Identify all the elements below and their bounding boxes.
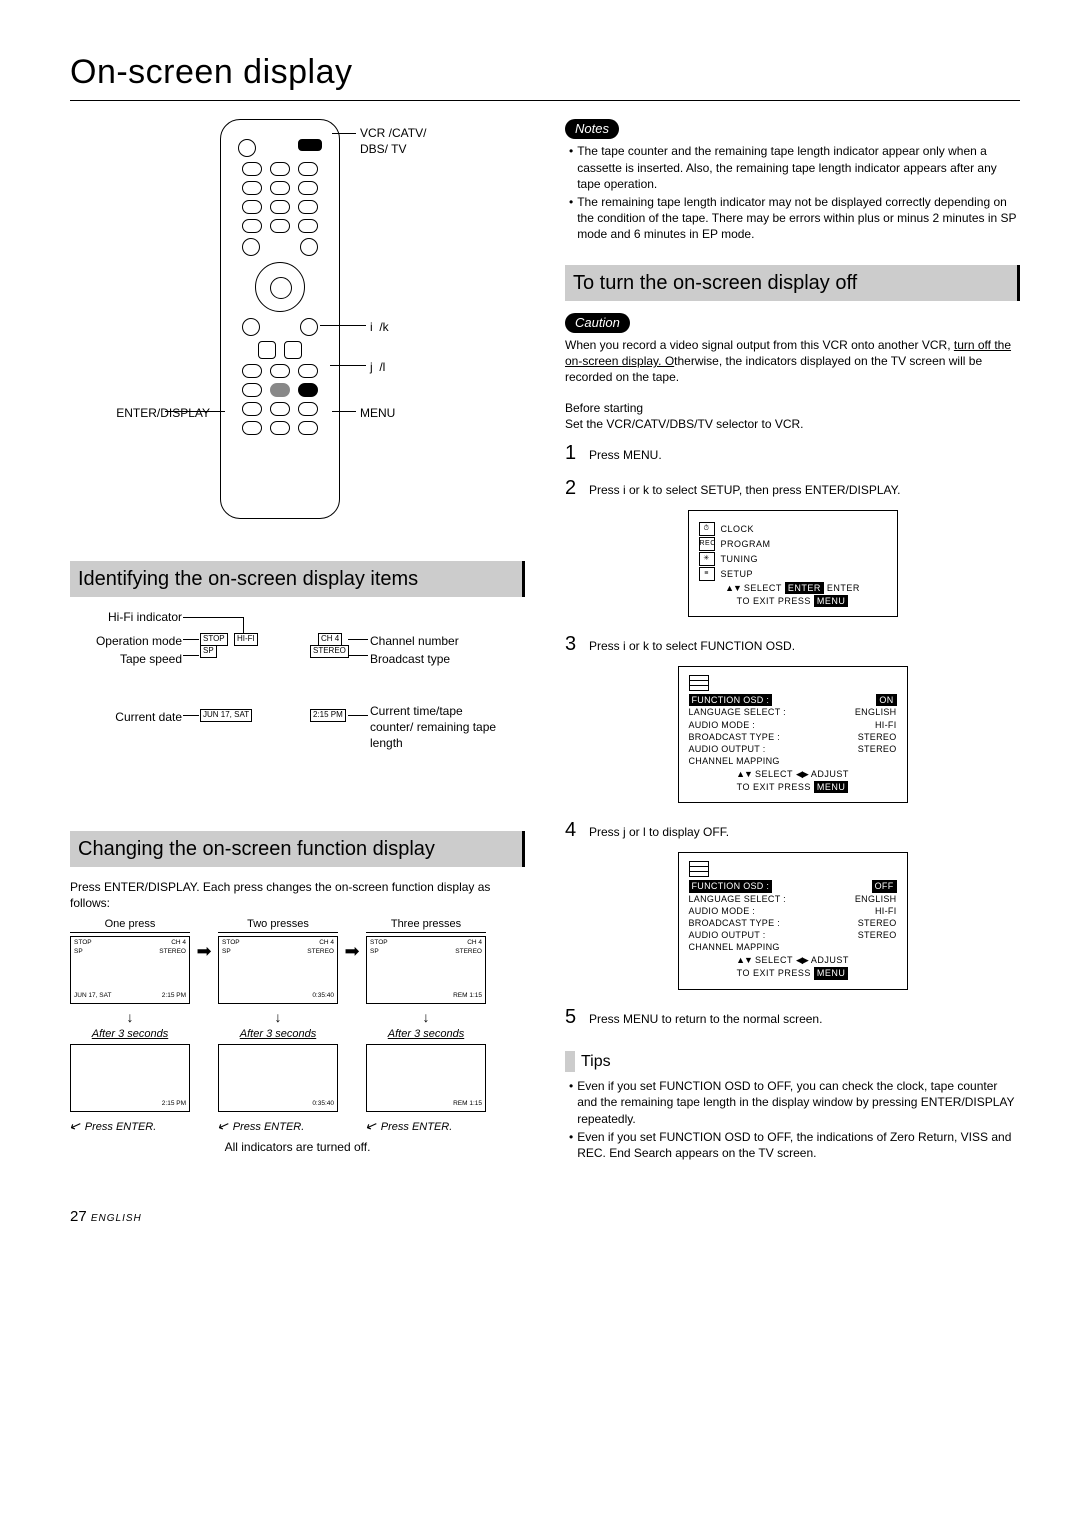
- remote-label-leftright: j /l: [370, 359, 385, 375]
- arrow-diag-icon: [218, 1121, 230, 1133]
- step-num-3: 3: [565, 631, 583, 658]
- step-num-2: 2: [565, 475, 583, 502]
- arrow-right-icon: ➡: [196, 917, 212, 985]
- press-enter-1: Press ENTER.: [85, 1121, 157, 1133]
- all-off-text: All indicators are turned off.: [70, 1139, 525, 1155]
- tv-2a: STOPSP CH 4STEREO 0:35:40: [218, 936, 338, 1004]
- setup-icon: [689, 675, 709, 691]
- tips-list: Even if you set FUNCTION OSD to OFF, you…: [569, 1078, 1020, 1161]
- after-1: After 3 seconds: [70, 1027, 190, 1042]
- changing-intro: Press ENTER/DISPLAY. Each press changes …: [70, 879, 525, 911]
- remote-label-selector: VCR /CATV/ DBS/ TV: [360, 125, 426, 157]
- press-enter-2: Press ENTER.: [233, 1121, 305, 1133]
- arrow-down-icon: [366, 1008, 486, 1027]
- lbl-hifi: Hi-Fi indicator: [70, 609, 182, 625]
- step-num-4: 4: [565, 817, 583, 844]
- after-2: After 3 seconds: [218, 1027, 338, 1042]
- osd-setup-off: FUNCTION OSD :OFF LANGUAGE SELECT :ENGLI…: [678, 852, 908, 989]
- box-date: JUN 17, SAT: [200, 709, 252, 722]
- tv-2b: 0:35:40: [218, 1044, 338, 1112]
- program-icon: REC: [699, 537, 715, 551]
- tips-title: Tips: [565, 1051, 1020, 1073]
- after-3: After 3 seconds: [366, 1027, 486, 1042]
- seq-title-2: Two presses: [218, 917, 338, 933]
- osd-items-diagram: Hi-Fi indicator Operation mode Tape spee…: [70, 609, 525, 809]
- note-2: The remaining tape length indicator may …: [577, 194, 1020, 243]
- step-4: Press j or l to display OFF.: [589, 824, 729, 840]
- bullet-icon: [569, 194, 573, 243]
- press-sequence: One press STOPSP CH 4STEREO JUN 17, SAT …: [70, 917, 525, 1134]
- bullet-icon: [569, 143, 573, 192]
- lbl-timecounter: Current time/tape counter/ remaining tap…: [370, 703, 500, 752]
- lbl-chnum: Channel number: [370, 633, 459, 649]
- before-text: Set the VCR/CATV/DBS/TV selector to VCR.: [565, 416, 1020, 432]
- tv-3b: REM 1:15: [366, 1044, 486, 1112]
- box-time: 2:15 PM: [310, 709, 346, 722]
- lbl-btype: Broadcast type: [370, 651, 450, 667]
- tv-3a: STOPSP CH 4STEREO REM 1:15: [366, 936, 486, 1004]
- tv-1b: 2:15 PM: [70, 1044, 190, 1112]
- arrow-down-icon: [218, 1008, 338, 1027]
- note-1: The tape counter and the remaining tape …: [577, 143, 1020, 192]
- section-changing: Changing the on-screen function display: [70, 831, 525, 867]
- step-num-1: 1: [565, 440, 583, 467]
- osd-setup-on: FUNCTION OSD :ON LANGUAGE SELECT :ENGLIS…: [678, 666, 908, 803]
- remote-label-enter: ENTER/DISPLAY: [70, 405, 210, 421]
- arrow-down-icon: [70, 1008, 190, 1027]
- box-hifi: HI-FI: [234, 633, 258, 646]
- clock-icon: ⏱: [699, 522, 715, 536]
- press-enter-3: Press ENTER.: [381, 1121, 453, 1133]
- tip-1: Even if you set FUNCTION OSD to OFF, you…: [577, 1078, 1020, 1127]
- notes-list: The tape counter and the remaining tape …: [569, 143, 1020, 242]
- step-3: Press i or k to select FUNCTION OSD.: [589, 638, 795, 654]
- osd-menu-main: ⏱CLOCK RECPROGRAM ✳TUNING ≡SETUP SELECT …: [688, 510, 898, 617]
- remote-label-updown: i /k: [370, 319, 389, 335]
- lbl-opmode: Operation mode: [70, 633, 182, 649]
- remote-body: [220, 119, 340, 519]
- before-starting: Before starting: [565, 400, 1020, 416]
- remote-label-menu: MENU: [360, 405, 395, 421]
- caution-text: When you record a video signal output fr…: [565, 337, 1020, 386]
- step-2: Press i or k to select SETUP, then press…: [589, 482, 900, 498]
- page-number: 27: [70, 1208, 87, 1225]
- box-stereo: STEREO: [310, 645, 349, 658]
- remote-diagram: VCR /CATV/ DBS/ TV i /k j /l MENU ENTER/…: [70, 119, 480, 539]
- section-identifying: Identifying the on-screen display items: [70, 561, 525, 597]
- tip-2: Even if you set FUNCTION OSD to OFF, the…: [577, 1129, 1020, 1161]
- seq-title-3: Three presses: [366, 917, 486, 933]
- updown-icon: [725, 582, 741, 594]
- page-footer: 27 ENGLISH: [70, 1207, 1020, 1227]
- left-column: VCR /CATV/ DBS/ TV i /k j /l MENU ENTER/…: [70, 119, 525, 1167]
- step-1: Press MENU.: [589, 447, 662, 463]
- tv-1a: STOPSP CH 4STEREO JUN 17, SAT 2:15 PM: [70, 936, 190, 1004]
- updown-icon: [736, 768, 752, 780]
- right-column: Notes The tape counter and the remaining…: [565, 119, 1020, 1167]
- leftright-icon: [796, 768, 808, 780]
- setup-icon: ≡: [699, 567, 715, 581]
- arrow-right-icon: ➡: [344, 917, 360, 985]
- lbl-tapespeed: Tape speed: [70, 651, 182, 667]
- page-lang: ENGLISH: [91, 1213, 142, 1224]
- section-turnoff: To turn the on-screen display off: [565, 265, 1020, 301]
- bullet-icon: [569, 1078, 573, 1127]
- arrow-diag-icon: [366, 1121, 378, 1133]
- seq-title-1: One press: [70, 917, 190, 933]
- bullet-icon: [569, 1129, 573, 1161]
- setup-icon: [689, 861, 709, 877]
- leftright-icon: [796, 954, 808, 966]
- updown-icon: [736, 954, 752, 966]
- tuning-icon: ✳: [699, 552, 715, 566]
- page-title: On-screen display: [70, 50, 1020, 101]
- lbl-date: Current date: [70, 709, 182, 725]
- box-ch: CH 4: [318, 633, 342, 646]
- step-5: Press MENU to return to the normal scree…: [589, 1011, 822, 1027]
- notes-pill: Notes: [565, 119, 619, 140]
- box-stop: STOP: [200, 633, 228, 646]
- step-num-5: 5: [565, 1004, 583, 1031]
- caution-pill: Caution: [565, 313, 630, 334]
- box-sp: SP: [200, 645, 217, 658]
- arrow-diag-icon: [70, 1121, 82, 1133]
